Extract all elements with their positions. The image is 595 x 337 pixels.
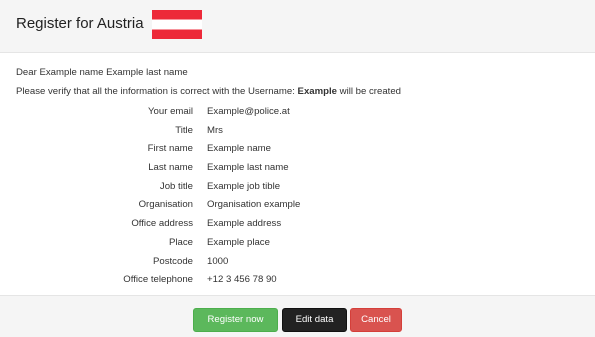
page-header: Register for Austria — [0, 0, 595, 53]
detail-label: Your email — [148, 106, 193, 117]
detail-row-place: Place Example place — [0, 237, 595, 256]
detail-value: Example name — [207, 143, 271, 155]
detail-value: Example@police.at — [207, 106, 290, 117]
detail-label: Job title — [159, 180, 193, 192]
detail-label: Place — [169, 236, 193, 248]
detail-value: Organisation example — [207, 199, 301, 211]
detail-value: Example place — [207, 236, 270, 248]
verify-suffix: will be created — [337, 86, 402, 97]
detail-label: Title — [175, 124, 193, 136]
edit-data-button[interactable]: Edit data — [282, 308, 347, 332]
detail-label: Organisation — [138, 199, 193, 211]
detail-value: 1000 — [207, 255, 229, 267]
username: Example — [297, 86, 338, 97]
register-now-button[interactable]: Register now — [193, 308, 278, 332]
detail-row-last-name: Last name Example last name — [0, 162, 595, 181]
detail-value: Example address — [207, 218, 282, 230]
detail-value: Example job tible — [207, 180, 281, 192]
detail-label: Last name — [148, 162, 193, 174]
detail-label: First name — [147, 143, 193, 155]
action-footer: Register now Edit data Cancel — [0, 295, 595, 337]
verify-prefix: Please verify that all the information i… — [16, 86, 298, 97]
detail-label: Office address — [131, 218, 193, 230]
details-list: Your email Example@police.at Title Mrs F… — [0, 106, 595, 293]
detail-row-job-title: Job title Example job tible — [0, 181, 595, 200]
detail-label: Office telephone — [123, 274, 193, 286]
detail-value: Mrs — [207, 124, 223, 136]
detail-row-postcode: Postcode 1000 — [0, 256, 595, 275]
page-title: Register for Austria — [16, 15, 144, 32]
detail-row-office-telephone: Office telephone +12 3 456 78 90 — [0, 274, 595, 293]
austria-flag-icon — [152, 10, 202, 39]
detail-row-email: Your email Example@police.at — [0, 106, 595, 125]
detail-label: Postcode — [152, 255, 193, 267]
detail-value: Example last name — [207, 162, 289, 174]
detail-value: +12 3 456 78 90 — [207, 274, 277, 286]
detail-row-title: Title Mrs — [0, 125, 595, 144]
detail-row-organisation: Organisation Organisation example — [0, 199, 595, 218]
greeting-text: Dear Example name Example last name — [16, 67, 188, 78]
detail-row-office-address: Office address Example address — [0, 218, 595, 237]
detail-row-first-name: First name Example name — [0, 143, 595, 162]
cancel-button[interactable]: Cancel — [350, 308, 402, 332]
verify-text: Please verify that all the information i… — [16, 86, 401, 97]
